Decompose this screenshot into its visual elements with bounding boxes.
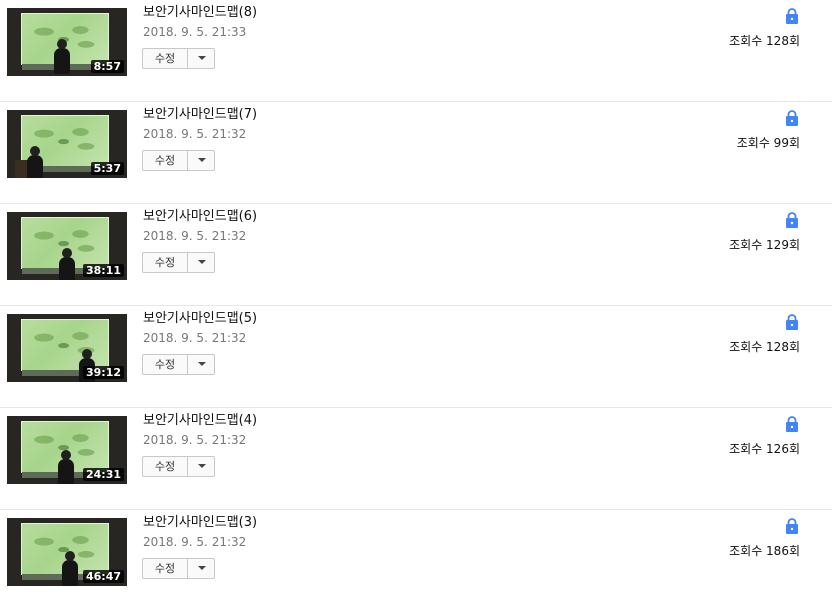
- edit-button[interactable]: 수정: [143, 151, 187, 170]
- edit-menu-dropdown-button[interactable]: [188, 49, 215, 68]
- video-row: 38:11 보안기사마인드맵(6) 2018. 9. 5. 21:32 수정 조…: [0, 204, 832, 306]
- lock-icon[interactable]: [785, 518, 799, 534]
- edit-control-group: 수정: [142, 48, 215, 69]
- edit-button[interactable]: 수정: [143, 253, 187, 272]
- lock-icon[interactable]: [785, 212, 799, 228]
- duration-badge: 38:11: [82, 264, 124, 277]
- video-row: 8:57 보안기사마인드맵(8) 2018. 9. 5. 21:33 수정 조회…: [0, 0, 832, 102]
- presenter-image: [58, 450, 74, 484]
- edit-control-group: 수정: [142, 354, 215, 375]
- video-date: 2018. 9. 5. 21:32: [143, 535, 247, 549]
- video-list: 8:57 보안기사마인드맵(8) 2018. 9. 5. 21:33 수정 조회…: [0, 0, 832, 596]
- video-title[interactable]: 보안기사마인드맵(4): [143, 413, 257, 429]
- video-row: 5:37 보안기사마인드맵(7) 2018. 9. 5. 21:32 수정 조회…: [0, 102, 832, 204]
- video-row: 24:31 보안기사마인드맵(4) 2018. 9. 5. 21:32 수정 조…: [0, 408, 832, 510]
- chevron-down-icon: [198, 464, 206, 468]
- video-row: 39:12 보안기사마인드맵(5) 2018. 9. 5. 21:32 수정 조…: [0, 306, 832, 408]
- duration-badge: 39:12: [82, 366, 124, 379]
- video-thumbnail[interactable]: 24:31: [7, 416, 127, 484]
- edit-menu-dropdown-button[interactable]: [188, 457, 215, 476]
- video-title[interactable]: 보안기사마인드맵(8): [143, 5, 257, 21]
- video-thumbnail[interactable]: 8:57: [7, 8, 127, 76]
- edit-menu-dropdown-button[interactable]: [188, 559, 215, 578]
- video-date: 2018. 9. 5. 21:32: [143, 433, 247, 447]
- duration-badge: 24:31: [82, 468, 124, 481]
- chevron-down-icon: [198, 362, 206, 366]
- view-count: 조회수 126회: [729, 442, 800, 456]
- lock-icon[interactable]: [785, 314, 799, 330]
- video-date: 2018. 9. 5. 21:32: [143, 229, 247, 243]
- edit-button[interactable]: 수정: [143, 49, 187, 68]
- edit-button[interactable]: 수정: [143, 355, 187, 374]
- projection-screen: [21, 319, 109, 376]
- video-title[interactable]: 보안기사마인드맵(3): [143, 515, 257, 531]
- chevron-down-icon: [198, 56, 206, 60]
- video-row: 46:47 보안기사마인드맵(3) 2018. 9. 5. 21:32 수정 조…: [0, 510, 832, 596]
- edit-menu-dropdown-button[interactable]: [188, 253, 215, 272]
- video-title[interactable]: 보안기사마인드맵(5): [143, 311, 257, 327]
- edit-control-group: 수정: [142, 252, 215, 273]
- video-thumbnail[interactable]: 5:37: [7, 110, 127, 178]
- edit-control-group: 수정: [142, 456, 215, 477]
- lock-icon[interactable]: [785, 416, 799, 432]
- video-date: 2018. 9. 5. 21:32: [143, 331, 247, 345]
- video-date: 2018. 9. 5. 21:32: [143, 127, 247, 141]
- view-count: 조회수 129회: [729, 238, 800, 252]
- edit-menu-dropdown-button[interactable]: [188, 151, 215, 170]
- lock-icon[interactable]: [785, 8, 799, 24]
- video-date: 2018. 9. 5. 21:33: [143, 25, 247, 39]
- presenter-image: [62, 551, 78, 586]
- duration-badge: 8:57: [90, 60, 124, 73]
- edit-control-group: 수정: [142, 558, 215, 579]
- video-title[interactable]: 보안기사마인드맵(6): [143, 209, 257, 225]
- chevron-down-icon: [198, 260, 206, 264]
- chevron-down-icon: [198, 566, 206, 570]
- edit-button[interactable]: 수정: [143, 457, 187, 476]
- edit-button[interactable]: 수정: [143, 559, 187, 578]
- duration-badge: 46:47: [82, 570, 124, 583]
- edit-control-group: 수정: [142, 150, 215, 171]
- view-count: 조회수 128회: [729, 340, 800, 354]
- view-count: 조회수 186회: [729, 544, 800, 558]
- edit-menu-dropdown-button[interactable]: [188, 355, 215, 374]
- video-thumbnail[interactable]: 46:47: [7, 518, 127, 586]
- video-title[interactable]: 보안기사마인드맵(7): [143, 107, 257, 123]
- chevron-down-icon: [198, 158, 206, 162]
- video-thumbnail[interactable]: 39:12: [7, 314, 127, 382]
- duration-badge: 5:37: [90, 162, 124, 175]
- lock-icon[interactable]: [785, 110, 799, 126]
- presenter-image: [27, 146, 43, 178]
- view-count: 조회수 99회: [736, 136, 800, 150]
- presenter-image: [59, 248, 75, 280]
- video-thumbnail[interactable]: 38:11: [7, 212, 127, 280]
- presenter-image: [54, 39, 70, 74]
- view-count: 조회수 128회: [729, 34, 800, 48]
